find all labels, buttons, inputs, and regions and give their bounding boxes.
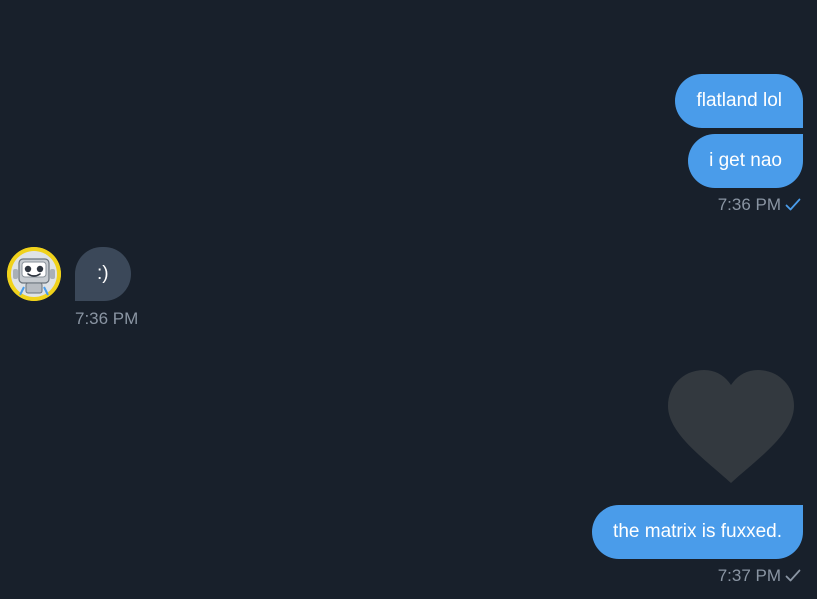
message-timestamp: 7:36 PM: [75, 309, 139, 328]
message-timestamp: 7:37 PM: [717, 566, 781, 585]
message-bubble-outgoing[interactable]: the matrix is fuxxed.: [592, 505, 803, 559]
heart-icon[interactable]: [666, 368, 796, 491]
message-meta: 7:36 PM: [718, 195, 801, 217]
message-meta: 7:36 PM: [75, 309, 138, 329]
message-meta: 7:37 PM: [718, 566, 801, 588]
check-icon: [785, 197, 801, 217]
chat-thread: flatland lol i get nao 7:36 PM :) 7:36 P…: [0, 0, 817, 599]
robot-avatar[interactable]: [7, 247, 61, 301]
check-icon: [785, 568, 801, 588]
message-bubble-outgoing[interactable]: i get nao: [688, 134, 803, 188]
message-bubble-incoming[interactable]: :): [75, 247, 131, 301]
message-bubble-outgoing[interactable]: flatland lol: [675, 74, 803, 128]
message-timestamp: 7:36 PM: [717, 195, 781, 214]
